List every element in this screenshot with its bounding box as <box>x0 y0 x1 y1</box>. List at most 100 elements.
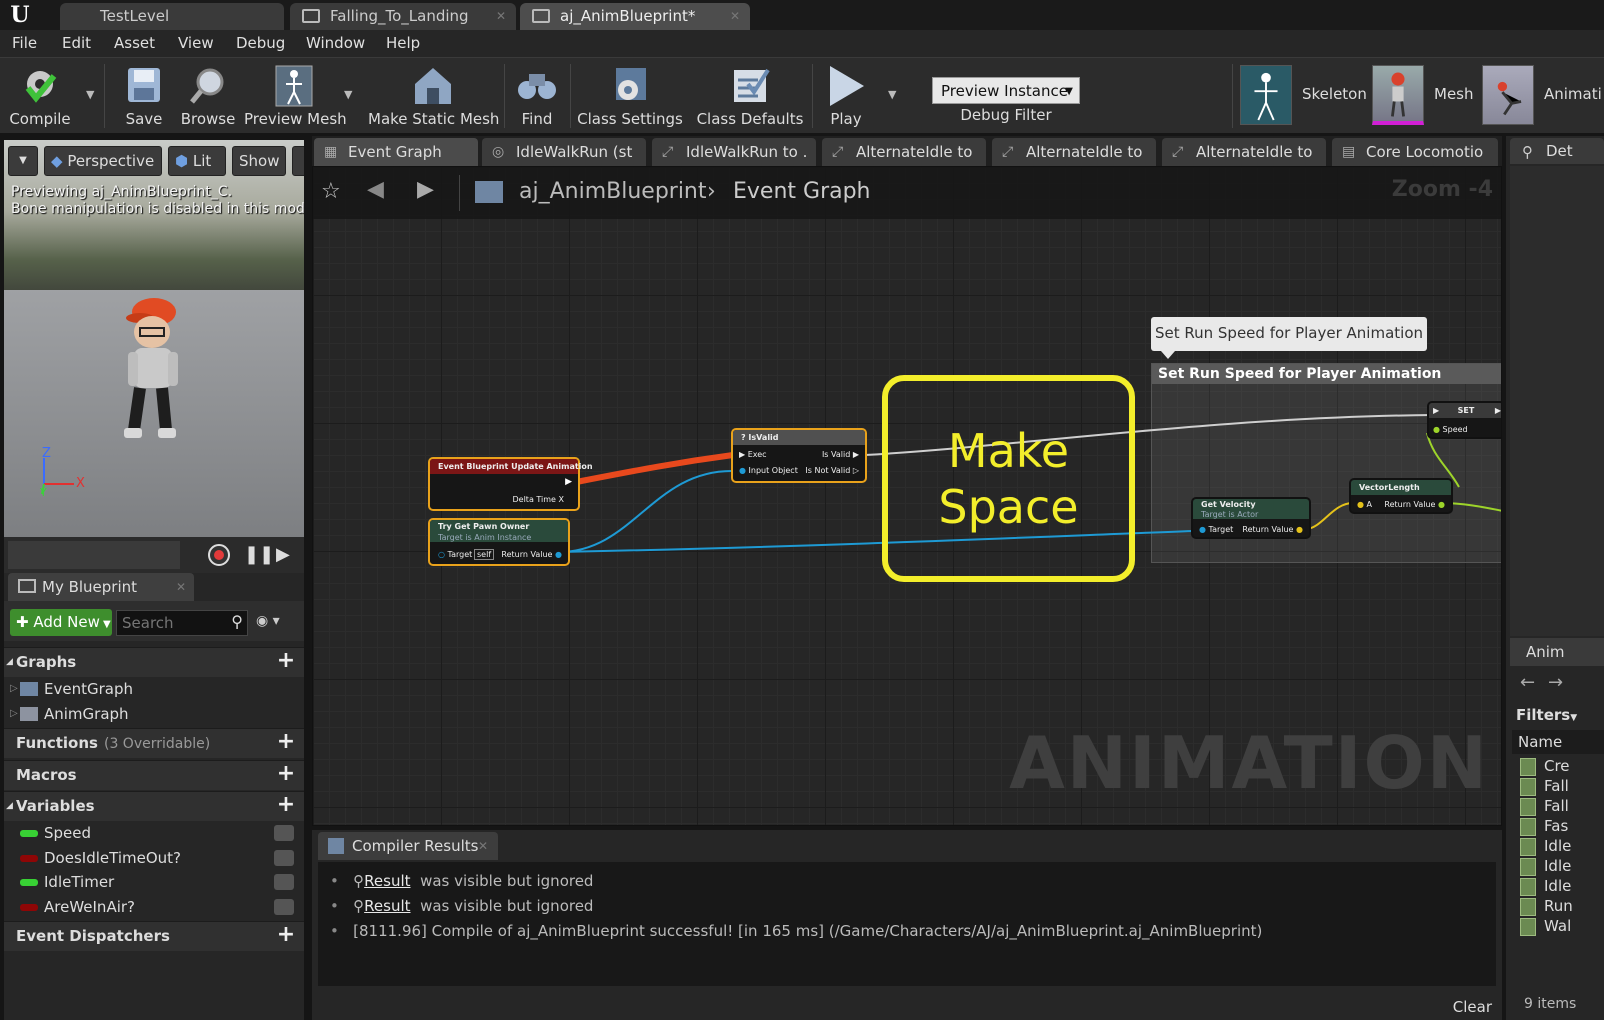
name-column-header[interactable]: Name <box>1512 730 1604 754</box>
asset-item[interactable]: Cre <box>1520 756 1570 776</box>
close-tab-icon[interactable]: ✕ <box>176 573 186 601</box>
compile-button[interactable]: Compile <box>4 58 76 134</box>
macros-section[interactable]: Macros + <box>4 760 304 790</box>
menu-view[interactable]: View <box>178 34 214 52</box>
asset-item[interactable]: Idle <box>1520 876 1571 896</box>
preview-mesh-chevron-icon[interactable]: ▼ <box>344 88 352 101</box>
event-dispatchers-section[interactable]: Event Dispatchers + <box>4 921 304 951</box>
clear-button[interactable]: Clear <box>1453 998 1492 1016</box>
forward-arrow-icon[interactable]: → <box>1548 672 1563 693</box>
menu-file[interactable]: File <box>12 34 37 52</box>
menu-help[interactable]: Help <box>386 34 420 52</box>
exec-out-pin-icon[interactable]: ▶ <box>565 477 572 487</box>
graph-item-eventgraph[interactable]: ▷ EventGraph <box>4 677 304 702</box>
node-get-velocity[interactable]: Get Velocity Target is Actor ● Target Ret… <box>1191 497 1311 539</box>
asset-item[interactable]: Idle <box>1520 836 1571 856</box>
timeline-slider[interactable] <box>8 541 180 569</box>
compile-options-chevron-icon[interactable]: ▼ <box>86 88 94 101</box>
doc-tab-testlevel[interactable]: TestLevel <box>60 3 284 30</box>
preview-mesh-button[interactable]: Preview Mesh <box>244 58 347 134</box>
compiler-results-tab[interactable]: Compiler Results ✕ <box>318 832 498 860</box>
add-variable-plus-icon[interactable]: + <box>274 794 298 818</box>
make-static-mesh-button[interactable]: Make Static Mesh <box>368 58 499 134</box>
asset-item[interactable]: Run <box>1520 896 1573 916</box>
mode-mesh-button[interactable]: Mesh <box>1372 61 1476 131</box>
target-pin[interactable]: ○ Target <box>438 550 472 559</box>
self-value[interactable]: self <box>474 549 495 560</box>
perspective-button[interactable]: ◆ Perspective <box>44 146 162 176</box>
variable-item-speed[interactable]: Speed <box>4 821 304 846</box>
menu-edit[interactable]: Edit <box>62 34 91 52</box>
node-vector-length[interactable]: VectorLength ● A Return Value ● <box>1349 478 1453 514</box>
tab-alternateidle-transition-1[interactable]: ⤢ AlternateIdle to <box>822 138 986 166</box>
menu-debug[interactable]: Debug <box>236 34 285 52</box>
add-dispatcher-plus-icon[interactable]: + <box>274 924 298 948</box>
is-valid-pin[interactable]: Is Valid ▶ <box>822 450 859 459</box>
find-button[interactable]: Find <box>510 58 564 134</box>
result-link[interactable]: Result <box>364 872 410 890</box>
mode-animation-button[interactable]: Animati <box>1482 61 1604 131</box>
tab-alternateidle-transition-3[interactable]: ⤢ AlternateIdle to <box>1162 138 1326 166</box>
variable-item-areweinair[interactable]: AreWeInAir? <box>4 895 304 920</box>
menu-window[interactable]: Window <box>306 34 365 52</box>
add-new-button[interactable]: ✚ Add New ▼ <box>10 609 112 636</box>
graph-canvas[interactable]: ☆ ◀ ▶ aj_AnimBlueprint › Event Graph Zoo… <box>312 166 1502 826</box>
play-button[interactable]: Play <box>818 58 874 134</box>
search-field[interactable]: ⚲ <box>116 610 248 636</box>
asset-item[interactable]: Fall <box>1520 796 1569 816</box>
asset-item[interactable]: Idle <box>1520 856 1571 876</box>
node-set-speed[interactable]: SET ▶ ▶ ● Speed <box>1427 401 1501 439</box>
visibility-eye-icon[interactable] <box>274 874 294 890</box>
exec-in-pin-icon[interactable]: ▶ <box>1433 406 1439 415</box>
a-pin[interactable]: ● A <box>1357 500 1372 509</box>
asset-item[interactable]: Fas <box>1520 816 1568 836</box>
lit-button[interactable]: ⬢ Lit <box>168 146 226 176</box>
is-not-valid-pin[interactable]: Is Not Valid ▷ <box>805 466 859 475</box>
search-input[interactable] <box>117 611 217 635</box>
anim-asset-browser-tab[interactable]: Anim <box>1510 638 1604 666</box>
preview-viewport[interactable]: ▼ ◆ Perspective ⬢ Lit Show Previewing aj… <box>4 140 304 537</box>
add-function-plus-icon[interactable]: + <box>274 731 298 755</box>
add-graph-plus-icon[interactable]: + <box>274 650 298 674</box>
filters-dropdown[interactable]: Filters▼ <box>1516 706 1577 724</box>
node-is-valid[interactable]: ? IsValid ▶ Exec ● Input Object Is Valid… <box>731 428 867 483</box>
view-options-eye-icon[interactable]: ◉ ▾ <box>256 613 296 633</box>
graphs-section[interactable]: ◢ Graphs + <box>4 647 304 677</box>
visibility-eye-icon[interactable] <box>274 825 294 841</box>
doc-tab-anim-blueprint[interactable]: aj_AnimBlueprint* ✕ <box>520 3 750 30</box>
show-button[interactable]: Show <box>232 146 286 176</box>
speed-pin[interactable]: ● Speed <box>1433 425 1468 434</box>
node-event-update-animation[interactable]: Event Blueprint Update Animation ▶ Delta… <box>428 457 593 511</box>
record-button[interactable] <box>208 544 230 566</box>
mode-skeleton-button[interactable]: Skeleton <box>1240 61 1367 131</box>
tab-idlewalkrun-state[interactable]: ◎ IdleWalkRun (st <box>482 138 646 166</box>
return-pin[interactable]: Return Value ● <box>501 550 562 559</box>
close-tab-icon[interactable]: ✕ <box>730 3 740 29</box>
tab-alternateidle-transition-2[interactable]: ⤢ AlternateIdle to <box>992 138 1156 166</box>
close-tab-icon[interactable]: ✕ <box>478 832 488 860</box>
browse-button[interactable]: Browse <box>178 58 238 134</box>
pause-icon[interactable]: ❚❚ <box>244 545 274 565</box>
tab-event-graph[interactable]: ▦ Event Graph <box>314 138 478 166</box>
return-pin[interactable]: Return Value ● <box>1384 500 1445 509</box>
visibility-eye-icon[interactable] <box>274 850 294 866</box>
menu-asset[interactable]: Asset <box>114 34 155 52</box>
add-macro-plus-icon[interactable]: + <box>274 763 298 787</box>
viewport-options-chevron-icon[interactable]: ▼ <box>8 146 38 176</box>
save-button[interactable]: Save <box>114 58 174 134</box>
details-tab[interactable]: ⚲ Det <box>1510 138 1604 164</box>
result-link[interactable]: Result <box>364 897 410 915</box>
class-defaults-button[interactable]: Class Defaults <box>694 58 806 134</box>
close-tab-icon[interactable]: ✕ <box>496 3 506 29</box>
input-object-pin[interactable]: ● Input Object <box>739 466 798 475</box>
asset-item[interactable]: Wal <box>1520 916 1571 936</box>
tab-core-locomotion[interactable]: ▤ Core Locomotio <box>1332 138 1498 166</box>
back-arrow-icon[interactable]: ← <box>1520 672 1535 693</box>
doc-tab-falling-to-landing[interactable]: Falling_To_Landing ✕ <box>290 3 516 30</box>
viewport-more-button[interactable] <box>292 146 304 176</box>
variable-item-idletimer[interactable]: IdleTimer <box>4 870 304 895</box>
variables-section[interactable]: ◢ Variables + <box>4 791 304 821</box>
tab-idlewalkrun-transition[interactable]: ⤢ IdleWalkRun to . <box>652 138 816 166</box>
graph-item-animgraph[interactable]: ▷ AnimGraph <box>4 702 304 727</box>
node-try-get-pawn-owner[interactable]: Try Get Pawn Owner Target is Anim Instanc… <box>428 518 570 566</box>
